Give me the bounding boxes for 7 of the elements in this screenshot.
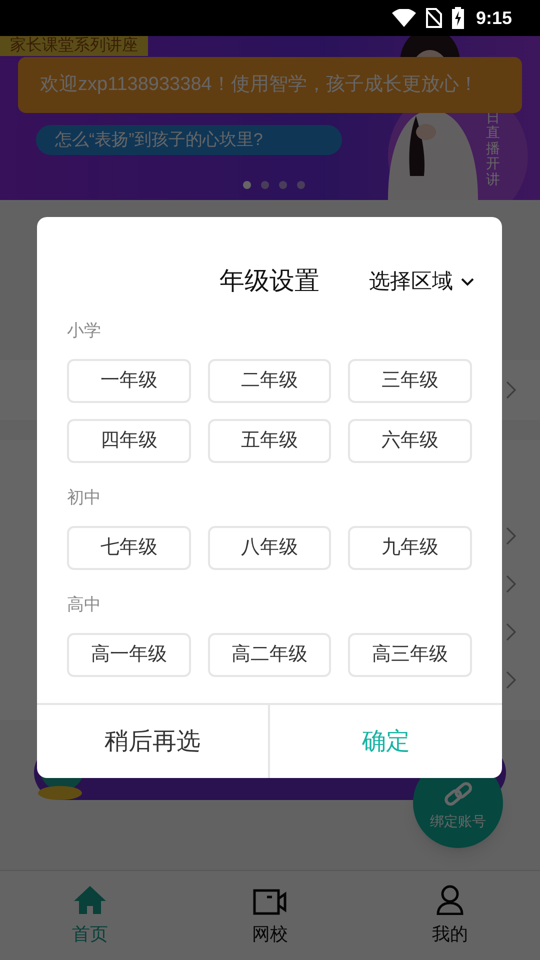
dialog-title: 年级设置 bbox=[220, 266, 320, 296]
group-label: 小学 bbox=[67, 320, 101, 342]
banner-subtitle: 怎么“表扬”到孩子的心坎里? bbox=[36, 125, 342, 155]
group-label: 高中 bbox=[67, 594, 101, 616]
status-time: 9:15 bbox=[476, 6, 512, 30]
group-label: 初中 bbox=[67, 487, 101, 510]
toast: 欢迎zxp1138933384！使用智学，孩子成长更放心！ bbox=[18, 57, 522, 113]
